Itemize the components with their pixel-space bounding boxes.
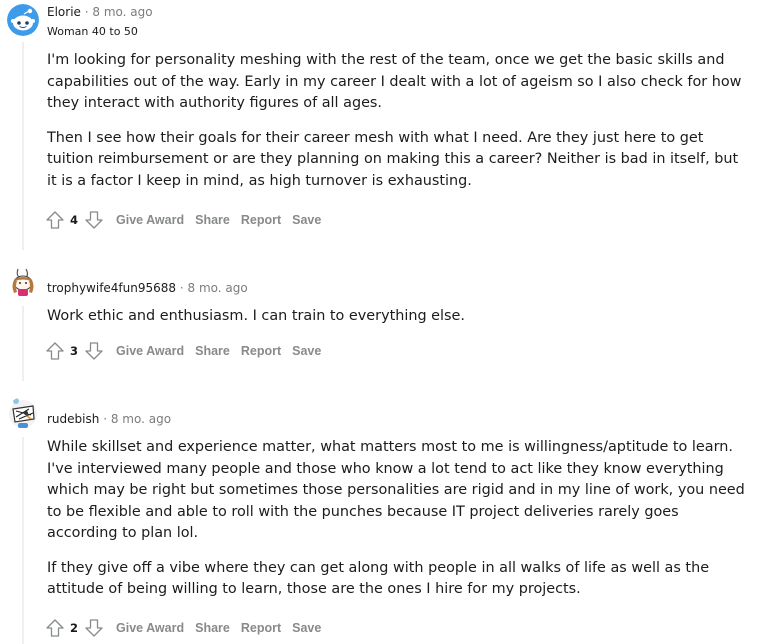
author-name[interactable]: Elorie bbox=[47, 5, 81, 19]
author-name[interactable]: rudebish bbox=[47, 412, 99, 426]
user-flair: Woman 40 to 50 bbox=[47, 25, 138, 38]
meta-separator: · bbox=[179, 281, 184, 295]
upvote-button[interactable] bbox=[44, 617, 66, 639]
downvote-arrow-icon bbox=[85, 342, 103, 360]
downvote-button[interactable] bbox=[83, 209, 105, 231]
report-button[interactable]: Report bbox=[241, 213, 281, 227]
author-name[interactable]: trophywife4fun95688 bbox=[47, 281, 176, 295]
snoo-bunny-avatar-icon bbox=[12, 268, 34, 296]
vote-score: 4 bbox=[70, 213, 79, 227]
share-button[interactable]: Share bbox=[195, 213, 230, 227]
comment-paragraph: I'm looking for personality meshing with… bbox=[47, 52, 742, 111]
give-award-button[interactable]: Give Award bbox=[116, 213, 184, 227]
vote-score: 2 bbox=[70, 621, 79, 635]
avatar[interactable] bbox=[7, 4, 39, 36]
comment-body: While skillset and experience matter, wh… bbox=[47, 437, 747, 614]
save-button[interactable]: Save bbox=[292, 344, 321, 358]
report-button[interactable]: Report bbox=[241, 621, 281, 635]
give-award-button[interactable]: Give Award bbox=[116, 621, 184, 635]
comment-body: Work ethic and enthusiasm. I can train t… bbox=[47, 306, 747, 341]
timestamp[interactable]: 8 mo. ago bbox=[188, 281, 248, 295]
upvote-button[interactable] bbox=[44, 209, 66, 231]
upvote-button[interactable] bbox=[44, 340, 66, 362]
report-button[interactable]: Report bbox=[241, 344, 281, 358]
avatar[interactable] bbox=[7, 266, 39, 298]
comment-body: I'm looking for personality meshing with… bbox=[47, 50, 747, 205]
comment-meta: rudebish · 8 mo. ago bbox=[47, 411, 171, 427]
comment-meta: Elorie · 8 mo. ago bbox=[47, 4, 153, 20]
comment-paragraph: Then I see how their goals for their car… bbox=[47, 129, 739, 189]
meta-separator: · bbox=[84, 5, 89, 19]
snoo-blue-avatar-icon bbox=[7, 4, 39, 36]
comment-actions: 2 Give Award Share Report Save bbox=[44, 616, 321, 640]
comment-meta: trophywife4fun95688 · 8 mo. ago bbox=[47, 280, 248, 296]
timestamp[interactable]: 8 mo. ago bbox=[92, 5, 152, 19]
comment-paragraph: If they give off a vibe where they can g… bbox=[47, 559, 710, 598]
save-button[interactable]: Save bbox=[292, 213, 321, 227]
upvote-arrow-icon bbox=[46, 619, 64, 637]
downvote-arrow-icon bbox=[85, 619, 103, 637]
avatar[interactable] bbox=[7, 397, 39, 429]
comment-actions: 3 Give Award Share Report Save bbox=[44, 339, 321, 363]
comment-paragraph: Work ethic and enthusiasm. I can train t… bbox=[47, 308, 465, 324]
downvote-arrow-icon bbox=[85, 211, 103, 229]
timestamp[interactable]: 8 mo. ago bbox=[111, 412, 171, 426]
downvote-button[interactable] bbox=[83, 340, 105, 362]
meta-separator: · bbox=[103, 412, 108, 426]
comment-paragraph: While skillset and experience matter, wh… bbox=[47, 439, 745, 541]
downvote-button[interactable] bbox=[83, 617, 105, 639]
share-button[interactable]: Share bbox=[195, 344, 230, 358]
give-award-button[interactable]: Give Award bbox=[116, 344, 184, 358]
thread-line[interactable] bbox=[22, 42, 24, 250]
vote-score: 3 bbox=[70, 344, 79, 358]
share-button[interactable]: Share bbox=[195, 621, 230, 635]
comment-actions: 4 Give Award Share Report Save bbox=[44, 208, 321, 232]
upvote-arrow-icon bbox=[46, 211, 64, 229]
snoo-sketch-avatar-icon bbox=[9, 398, 37, 428]
thread-line[interactable] bbox=[22, 437, 24, 644]
save-button[interactable]: Save bbox=[292, 621, 321, 635]
comment-thread: Elorie · 8 mo. ago Woman 40 to 50 I'm lo… bbox=[0, 0, 763, 644]
upvote-arrow-icon bbox=[46, 342, 64, 360]
thread-line[interactable] bbox=[22, 306, 24, 381]
